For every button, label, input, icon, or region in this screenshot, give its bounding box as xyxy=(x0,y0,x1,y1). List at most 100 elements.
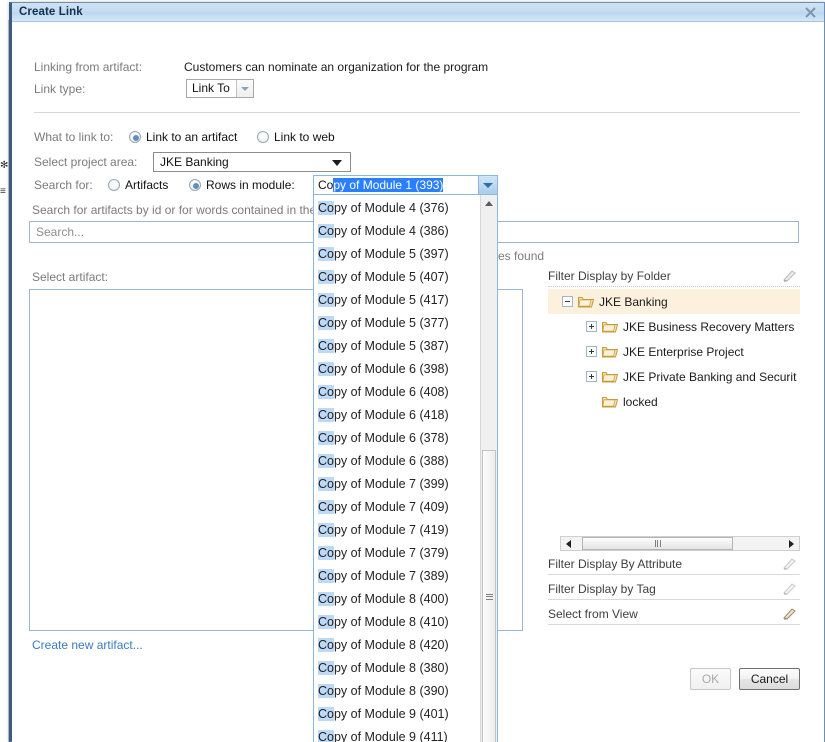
module-dropdown-option[interactable]: Copy of Module 9 (411) xyxy=(314,726,481,742)
match-highlight: Co xyxy=(318,454,334,468)
expand-icon[interactable] xyxy=(586,321,597,332)
module-dropdown-list[interactable]: Copy of Module 4 (376) Copy of Module 4 (… xyxy=(313,195,498,742)
match-highlight: Co xyxy=(318,224,334,238)
select-artifact-label: Select artifact: xyxy=(32,270,109,284)
folder-tree-label: JKE Enterprise Project xyxy=(623,344,744,359)
match-highlight: Co xyxy=(318,730,334,742)
module-dropdown-option[interactable]: Copy of Module 7 (399) xyxy=(314,473,481,496)
select-from-view-header[interactable]: Select from View xyxy=(548,603,800,625)
collapse-icon[interactable] xyxy=(562,296,573,307)
module-dropdown-option[interactable]: Copy of Module 7 (379) xyxy=(314,542,481,565)
module-dropdown-option[interactable]: Copy of Module 8 (390) xyxy=(314,680,481,703)
module-dropdown-option[interactable]: Copy of Module 8 (380) xyxy=(314,657,481,680)
what-to-link-label: What to link to: xyxy=(34,130,114,144)
create-new-artifact-link[interactable]: Create new artifact... xyxy=(32,638,143,652)
match-highlight: Co xyxy=(318,661,334,675)
match-highlight: Co xyxy=(318,523,334,537)
module-dropdown-option[interactable]: Copy of Module 8 (410) xyxy=(314,611,481,634)
triangle-up-icon[interactable] xyxy=(481,195,497,211)
close-icon[interactable] xyxy=(803,5,818,20)
pencil-icon[interactable] xyxy=(781,557,797,571)
expand-icon[interactable] xyxy=(586,346,597,357)
module-dropdown-option[interactable]: Copy of Module 5 (387) xyxy=(314,335,481,358)
folder-tree-row[interactable]: JKE Enterprise Project xyxy=(548,339,800,364)
module-dropdown-option[interactable]: Copy of Module 7 (419) xyxy=(314,519,481,542)
filter-display-by-folder-header[interactable]: Filter Display by Folder xyxy=(548,265,800,287)
filter-tag-title: Filter Display by Tag xyxy=(548,581,656,596)
project-area-select[interactable]: JKE Banking xyxy=(153,152,351,172)
module-dropdown-option[interactable]: Copy of Module 6 (408) xyxy=(314,381,481,404)
filter-attribute-title: Filter Display By Attribute xyxy=(548,556,683,571)
search-for-label: Search for: xyxy=(34,178,93,192)
module-dropdown-option[interactable]: Copy of Module 6 (388) xyxy=(314,450,481,473)
module-dropdown-option[interactable]: Copy of Module 8 (400) xyxy=(314,588,481,611)
module-dropdown-option[interactable]: Copy of Module 7 (389) xyxy=(314,565,481,588)
match-highlight: Co xyxy=(318,431,334,445)
chevron-down-icon[interactable] xyxy=(478,176,497,194)
select-from-view-title: Select from View xyxy=(548,606,638,621)
radio-artifacts[interactable]: Artifacts xyxy=(108,178,168,192)
link-type-combo[interactable]: Link To xyxy=(186,79,254,98)
match-highlight: Co xyxy=(318,500,334,514)
radio-indicator-artifact xyxy=(129,131,141,143)
module-dropdown-scrollbar[interactable] xyxy=(480,195,497,742)
linking-from-value: Customers can nominate an organization f… xyxy=(184,60,489,74)
folder-tree-row[interactable]: JKE Private Banking and Securit xyxy=(548,364,800,389)
folder-tree-row[interactable]: JKE Business Recovery Matters xyxy=(548,314,800,339)
pencil-icon[interactable] xyxy=(781,269,797,283)
link-type-value: Link To xyxy=(192,81,230,95)
radio-rows-in-module-label: Rows in module: xyxy=(206,178,295,192)
pencil-icon[interactable] xyxy=(781,607,797,621)
dialog-title: Create Link xyxy=(19,6,83,18)
folder-tree: JKE Banking JKE Business Recovery Matters… xyxy=(548,289,800,414)
folder-tree-row[interactable]: JKE Banking xyxy=(548,289,800,314)
hscroll-thumb[interactable] xyxy=(582,537,733,550)
radio-rows-in-module[interactable]: Rows in module: xyxy=(189,178,295,192)
module-dropdown-option[interactable]: Copy of Module 4 (386) xyxy=(314,220,481,243)
pencil-icon[interactable] xyxy=(781,582,797,596)
module-combo-input[interactable]: Co py of Module 1 (393) xyxy=(313,175,498,195)
chevron-down-icon[interactable] xyxy=(235,80,253,97)
link-type-label: Link type: xyxy=(34,82,86,96)
search-hint-text: Search for artifacts by id or for words … xyxy=(32,203,317,217)
match-highlight: Co xyxy=(318,408,334,422)
module-dropdown-option[interactable]: Copy of Module 5 (397) xyxy=(314,243,481,266)
module-combo-text: Co py of Module 1 (393) xyxy=(314,176,478,194)
background-glyph-a: ✻ xyxy=(0,160,9,171)
module-dropdown-option[interactable]: Copy of Module 6 (398) xyxy=(314,358,481,381)
radio-indicator-artifacts xyxy=(108,179,120,191)
linking-from-label: Linking from artifact: xyxy=(34,60,143,74)
module-dropdown-option[interactable]: Copy of Module 5 (407) xyxy=(314,266,481,289)
triangle-right-icon[interactable] xyxy=(784,537,799,550)
hscroll-track[interactable] xyxy=(576,537,784,550)
background-glyph-b: ≡ xyxy=(0,186,6,197)
match-highlight: Co xyxy=(318,684,334,698)
ok-button[interactable]: OK xyxy=(690,668,731,690)
module-dropdown-option[interactable]: Copy of Module 4 (376) xyxy=(314,197,481,220)
module-dropdown-option[interactable]: Copy of Module 6 (418) xyxy=(314,404,481,427)
expand-icon[interactable] xyxy=(586,371,597,382)
section-divider xyxy=(34,112,800,113)
filter-display-by-tag-header[interactable]: Filter Display by Tag xyxy=(548,578,800,600)
folder-icon xyxy=(602,395,619,408)
module-dropdown-option[interactable]: Copy of Module 5 (377) xyxy=(314,312,481,335)
scroll-thumb[interactable] xyxy=(482,450,496,742)
module-dropdown-option[interactable]: Copy of Module 9 (401) xyxy=(314,703,481,726)
module-dropdown-option[interactable]: Copy of Module 5 (417) xyxy=(314,289,481,312)
dialog-titlebar[interactable]: Create Link xyxy=(12,3,824,22)
search-placeholder: Search... xyxy=(36,225,85,239)
filter-display-by-attribute-header[interactable]: Filter Display By Attribute xyxy=(548,553,800,575)
folder-icon xyxy=(578,295,595,308)
triangle-left-icon[interactable] xyxy=(561,537,576,550)
module-dropdown-option[interactable]: Copy of Module 8 (420) xyxy=(314,634,481,657)
match-highlight: Co xyxy=(318,638,334,652)
module-dropdown-option[interactable]: Copy of Module 6 (378) xyxy=(314,427,481,450)
cancel-button[interactable]: Cancel xyxy=(739,668,800,690)
radio-link-to-artifact[interactable]: Link to an artifact xyxy=(129,130,237,144)
module-dropdown-items: Copy of Module 4 (376) Copy of Module 4 (… xyxy=(314,195,481,742)
radio-link-to-web[interactable]: Link to web xyxy=(257,130,335,144)
match-highlight: Co xyxy=(318,339,334,353)
folder-tree-row[interactable]: locked xyxy=(548,389,800,414)
folder-tree-hscrollbar[interactable] xyxy=(560,536,800,551)
module-dropdown-option[interactable]: Copy of Module 7 (409) xyxy=(314,496,481,519)
